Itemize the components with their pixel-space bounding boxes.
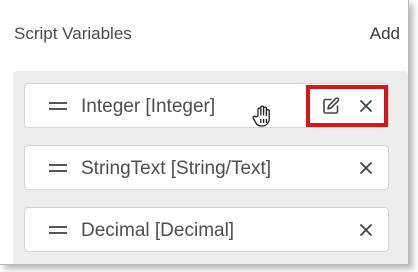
drag-handle-icon[interactable] [49,164,67,172]
variable-label: Integer [Integer] [81,96,216,117]
drag-handle-icon[interactable] [49,226,67,234]
variable-item-integer[interactable]: Integer [Integer] [24,83,389,128]
variable-item-stringtext[interactable]: StringText [String/Text] [24,145,389,190]
script-variables-panel: Script Variables Add Integer [Integer] S… [0,0,409,265]
close-icon[interactable] [354,218,378,242]
panel-title: Script Variables [14,24,132,43]
hand-pointer-icon [251,104,273,128]
drag-handle-icon[interactable] [49,102,67,110]
close-icon[interactable] [354,156,378,180]
variable-label: StringText [String/Text] [81,158,272,179]
variable-item-decimal[interactable]: Decimal [Decimal] [24,207,389,252]
add-variable-link[interactable]: Add [370,24,400,44]
panel-header: Script Variables Add [14,22,400,46]
close-icon[interactable] [354,94,378,118]
variable-label: Decimal [Decimal] [81,220,235,241]
variables-list: Integer [Integer] StringText [String/Tex… [13,71,408,264]
edit-icon[interactable] [319,94,343,118]
